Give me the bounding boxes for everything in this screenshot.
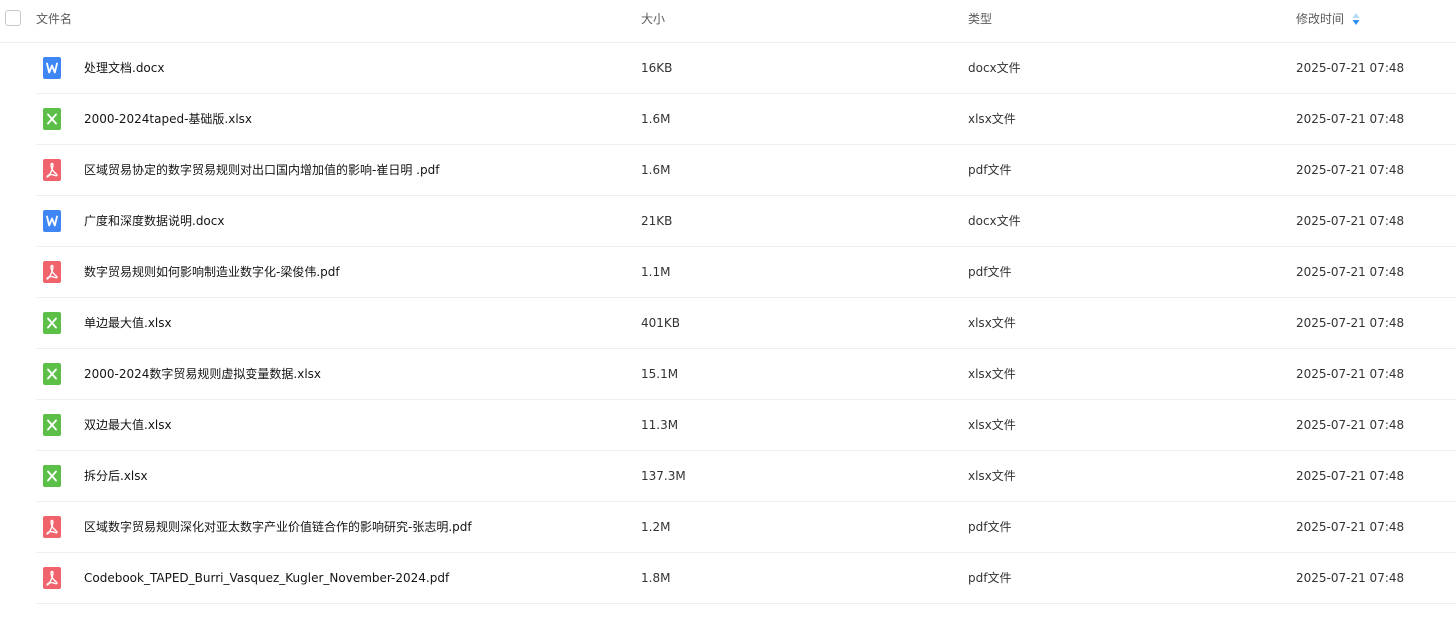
file-size: 401KB [641, 316, 681, 330]
table-row[interactable]: 区域数字贸易规则深化对亚太数字产业价值链合作的影响研究-张志明.pdf 1.2M p… [0, 502, 1456, 553]
table-row[interactable]: 广度和深度数据说明.docx 21KB docx文件 2025-07-21 07:48 [0, 196, 1456, 247]
file-name[interactable]: 区域贸易协定的数字贸易规则对出口国内增加值的影响-崔日明 .pdf [84, 162, 439, 178]
file-type: pdf文件 [968, 520, 1012, 534]
pdf-icon [43, 159, 61, 181]
file-type: pdf文件 [968, 571, 1012, 585]
file-type: xlsx文件 [968, 112, 1016, 126]
file-size: 16KB [641, 61, 673, 75]
file-name[interactable]: 区域数字贸易规则深化对亚太数字产业价值链合作的影响研究-张志明.pdf [84, 519, 472, 535]
file-modified: 2025-07-21 07:48 [1296, 571, 1405, 585]
pdf-icon [43, 261, 61, 283]
file-size: 1.1M [641, 265, 671, 279]
file-modified: 2025-07-21 07:48 [1296, 469, 1405, 483]
file-type: xlsx文件 [968, 367, 1016, 381]
file-table: 文件名 大小 类型 修改时间 处理文档.docx 16KB docx文件 2025-0… [0, 0, 1456, 622]
word-icon [43, 57, 61, 79]
file-size: 1.8M [641, 571, 671, 585]
file-type: xlsx文件 [968, 418, 1016, 432]
file-modified: 2025-07-21 07:48 [1296, 61, 1405, 75]
file-modified: 2025-07-21 07:48 [1296, 316, 1405, 330]
file-name[interactable]: 数字贸易规则如何影响制造业数字化-梁俊伟.pdf [84, 264, 340, 280]
word-icon [43, 210, 61, 232]
pdf-icon [43, 516, 61, 538]
file-modified: 2025-07-21 07:48 [1296, 214, 1405, 228]
file-type: docx文件 [968, 61, 1021, 75]
header-modified[interactable]: 修改时间 [1296, 11, 1344, 27]
file-modified: 2025-07-21 07:48 [1296, 418, 1405, 432]
file-name[interactable]: Codebook_TAPED_Burri_Vasquez_Kugler_Nove… [84, 570, 449, 586]
select-all-checkbox[interactable] [5, 10, 21, 26]
file-name[interactable]: 处理文档.docx [84, 60, 164, 76]
file-size: 1.6M [641, 112, 671, 126]
file-type: pdf文件 [968, 265, 1012, 279]
table-header: 文件名 大小 类型 修改时间 [0, 0, 1456, 43]
table-row[interactable]: 2000-2024taped-基础版.xlsx 1.6M xlsx文件 2025-07… [0, 94, 1456, 145]
table-row[interactable]: 单边最大值.xlsx 401KB xlsx文件 2025-07-21 07:48 [0, 298, 1456, 349]
file-modified: 2025-07-21 07:48 [1296, 112, 1405, 126]
file-modified: 2025-07-21 07:48 [1296, 265, 1405, 279]
file-size: 1.6M [641, 163, 671, 177]
header-name[interactable]: 文件名 [36, 11, 72, 27]
excel-icon [43, 414, 61, 436]
excel-icon [43, 363, 61, 385]
file-name[interactable]: 拆分后.xlsx [84, 468, 148, 484]
sort-icon[interactable] [1352, 12, 1360, 26]
table-row[interactable]: 拆分后.xlsx 137.3M xlsx文件 2025-07-21 07:48 [0, 451, 1456, 502]
file-modified: 2025-07-21 07:48 [1296, 367, 1405, 381]
excel-icon [43, 108, 61, 130]
file-size: 15.1M [641, 367, 679, 381]
file-name[interactable]: 2000-2024数字贸易规则虚拟变量数据.xlsx [84, 366, 321, 382]
table-row[interactable]: 处理文档.docx 16KB docx文件 2025-07-21 07:48 [0, 43, 1456, 94]
file-size: 21KB [641, 214, 673, 228]
file-size: 11.3M [641, 418, 679, 432]
excel-icon [43, 312, 61, 334]
pdf-icon [43, 567, 61, 589]
file-name[interactable]: 广度和深度数据说明.docx [84, 213, 224, 229]
file-size: 1.2M [641, 520, 671, 534]
file-name[interactable]: 2000-2024taped-基础版.xlsx [84, 111, 252, 127]
file-modified: 2025-07-21 07:48 [1296, 163, 1405, 177]
file-type: xlsx文件 [968, 469, 1016, 483]
table-row[interactable]: 双边最大值.xlsx 11.3M xlsx文件 2025-07-21 07:48 [0, 400, 1456, 451]
header-size[interactable]: 大小 [641, 11, 665, 27]
file-type: xlsx文件 [968, 316, 1016, 330]
file-modified: 2025-07-21 07:48 [1296, 520, 1405, 534]
table-row[interactable]: Codebook_TAPED_Burri_Vasquez_Kugler_Nove… [0, 553, 1456, 604]
table-row[interactable]: 数字贸易规则如何影响制造业数字化-梁俊伟.pdf 1.1M pdf文件 2025-07… [0, 247, 1456, 298]
table-row[interactable]: 区域贸易协定的数字贸易规则对出口国内增加值的影响-崔日明 .pdf 1.6M pdf… [0, 145, 1456, 196]
excel-icon [43, 465, 61, 487]
header-type[interactable]: 类型 [968, 11, 992, 27]
file-size: 137.3M [641, 469, 686, 483]
file-name[interactable]: 双边最大值.xlsx [84, 417, 172, 433]
table-row[interactable]: 2000-2024数字贸易规则虚拟变量数据.xlsx 15.1M xlsx文件 202… [0, 349, 1456, 400]
file-type: docx文件 [968, 214, 1021, 228]
file-name[interactable]: 单边最大值.xlsx [84, 315, 172, 331]
file-type: pdf文件 [968, 163, 1012, 177]
